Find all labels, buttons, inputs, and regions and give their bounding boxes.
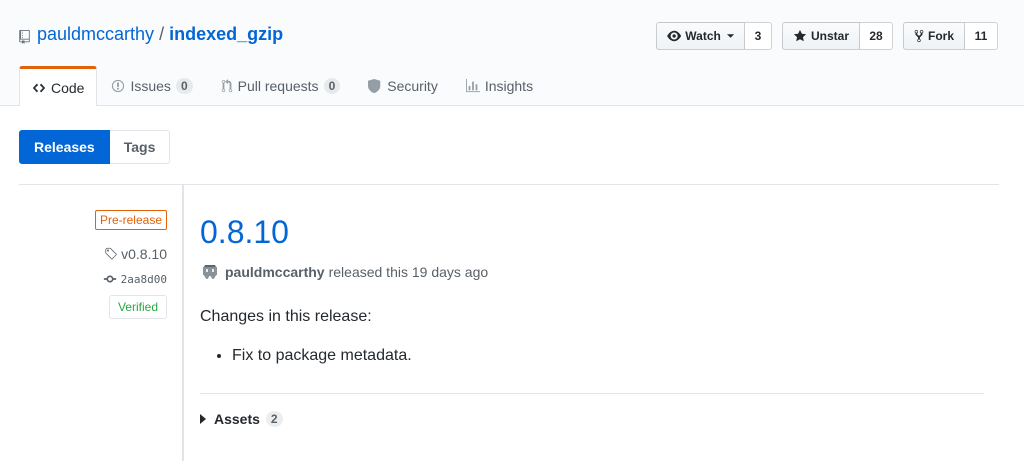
tab-insights[interactable]: Insights (452, 66, 547, 106)
pull-requests-counter: 0 (323, 78, 341, 94)
repo-nav: Code Issues 0 Pull requests 0 Security I… (19, 66, 547, 106)
repo-header: pauldmccarthy / indexed_gzip Watch 3 Uns… (0, 0, 1024, 106)
release-timeline-line (182, 185, 184, 461)
repo-name-link[interactable]: indexed_gzip (169, 24, 283, 45)
issue-icon (112, 79, 125, 93)
watch-count[interactable]: 3 (745, 22, 772, 50)
released-text: released this 19 days ago (328, 264, 489, 280)
git-pull-request-icon (221, 79, 232, 93)
tags-tab[interactable]: Tags (109, 130, 171, 164)
caret-right-icon (200, 414, 206, 424)
release-meta: Pre-release v0.8.10 2aa8d00 Verified (94, 210, 167, 319)
unstar-label: Unstar (810, 29, 849, 43)
code-icon (32, 83, 46, 92)
fork-count[interactable]: 11 (965, 22, 998, 50)
eye-icon (667, 30, 682, 42)
avatar[interactable] (200, 262, 220, 282)
unstar-button[interactable]: Unstar (782, 22, 860, 50)
tab-pull-requests[interactable]: Pull requests 0 (207, 66, 355, 106)
release-notes: Changes in this release: Fix to package … (200, 308, 984, 368)
tab-pull-requests-label: Pull requests (237, 78, 319, 94)
releases-subnav: Releases Tags (19, 130, 171, 164)
tab-code[interactable]: Code (19, 66, 98, 106)
release-title-link[interactable]: 0.8.10 (200, 214, 289, 250)
list-item: Fix to package metadata. (232, 344, 984, 368)
fork-button[interactable]: Fork (903, 22, 965, 50)
chevron-down-icon (726, 34, 734, 38)
tab-code-label: Code (51, 79, 85, 96)
tag-icon (105, 247, 117, 260)
assets-toggle[interactable]: Assets 2 (200, 411, 984, 427)
releases-tab[interactable]: Releases (19, 130, 110, 164)
assets-divider (200, 393, 984, 394)
tab-security-label: Security (387, 78, 438, 94)
repo-icon (19, 28, 30, 44)
release-body: 0.8.10 pauldmccarthy released this 19 da… (200, 212, 984, 427)
watch-button[interactable]: Watch (656, 22, 745, 50)
release-notes-intro: Changes in this release: (200, 308, 372, 325)
release-commit-link[interactable]: 2aa8d00 (103, 272, 167, 286)
tab-insights-label: Insights (484, 78, 534, 94)
assets-counter: 2 (265, 411, 283, 427)
release-author-link[interactable]: pauldmccarthy (225, 264, 325, 280)
verified-badge[interactable]: Verified (108, 295, 167, 319)
git-commit-icon (103, 275, 116, 283)
section-divider (19, 184, 999, 185)
star-count[interactable]: 28 (860, 22, 893, 50)
tab-security[interactable]: Security (354, 66, 452, 106)
tab-issues[interactable]: Issues 0 (97, 66, 206, 106)
fork-group: Fork 11 (903, 22, 998, 50)
repo-title: pauldmccarthy / indexed_gzip (19, 24, 283, 45)
fork-icon (914, 29, 924, 43)
shield-icon (368, 79, 381, 93)
fork-label: Fork (927, 29, 954, 43)
watch-label: Watch (685, 29, 721, 43)
prerelease-badge: Pre-release (94, 210, 167, 230)
release-author-line: pauldmccarthy released this 19 days ago (200, 262, 984, 282)
tab-issues-label: Issues (130, 78, 171, 94)
star-icon (793, 29, 807, 42)
release-tag: v0.8.10 (121, 246, 167, 262)
star-group: Unstar 28 (782, 22, 893, 50)
repo-owner-link[interactable]: pauldmccarthy (37, 24, 154, 45)
watch-group: Watch 3 (656, 22, 772, 50)
assets-label: Assets (214, 411, 260, 427)
path-separator: / (159, 24, 165, 44)
graph-icon (465, 79, 480, 93)
release-commit: 2aa8d00 (120, 272, 167, 286)
issues-counter: 0 (175, 78, 193, 94)
release-notes-list: Fix to package metadata. (200, 344, 984, 368)
release-tag-link[interactable]: v0.8.10 (104, 246, 167, 262)
